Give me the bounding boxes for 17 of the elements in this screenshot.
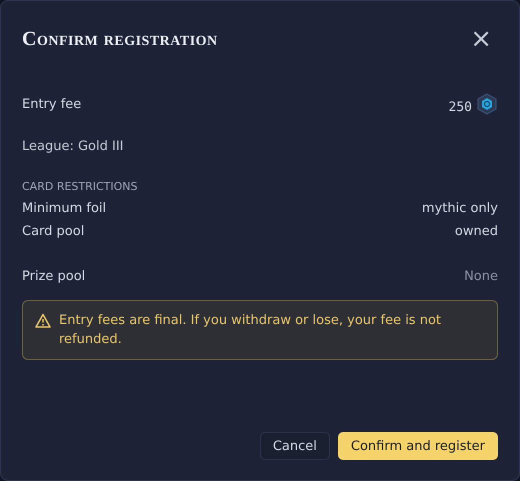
- warning-icon: [35, 313, 51, 329]
- restriction-label: Card pool: [22, 224, 84, 239]
- warning-text: Entry fees are final. If you withdraw or lose, your fee is not refunded.: [59, 312, 442, 349]
- section-heading: CARD RESTRICTIONS: [22, 180, 139, 193]
- restriction-value: mythic only: [422, 201, 498, 216]
- dialog-title: Confirm registration: [22, 28, 218, 50]
- league-text: League: Gold III: [22, 139, 125, 154]
- restriction-label: Minimum foil: [22, 201, 106, 216]
- close-button[interactable]: ×: [464, 26, 498, 52]
- cancel-button[interactable]: Cancel: [260, 432, 330, 460]
- gem-icon: [476, 93, 498, 115]
- prize-pool-value: None: [464, 269, 498, 284]
- confirm-button[interactable]: Confirm and register: [338, 432, 498, 460]
- entry-fee-amount: 250: [448, 100, 472, 114]
- prize-pool-label: Prize pool: [22, 269, 86, 284]
- entry-fee-label: Entry fee: [22, 96, 82, 112]
- restriction-value: owned: [454, 224, 498, 239]
